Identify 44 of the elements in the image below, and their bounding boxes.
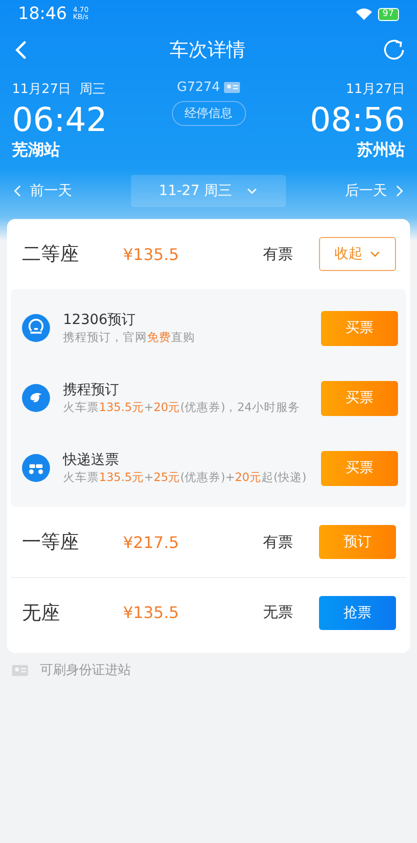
train-number: G7274	[176, 80, 220, 95]
ticket-availability: 有票	[263, 244, 293, 264]
collapse-button[interactable]: 收起	[319, 237, 396, 271]
dolphin-icon	[22, 384, 50, 412]
departure-time: 06:42	[12, 100, 108, 140]
arrival-station: 苏州站	[357, 140, 405, 161]
status-time: 18:46	[18, 4, 67, 24]
wifi-icon	[356, 8, 372, 20]
ticket-availability: 有票	[263, 532, 293, 552]
book-button[interactable]: 抢票	[319, 596, 396, 630]
previous-day-link[interactable]: 前一天	[12, 182, 72, 200]
stops-info-button[interactable]: 经停信息	[172, 101, 246, 126]
seat-class: 一等座	[22, 530, 80, 555]
option-description: 火车票135.5元+20元(优惠券)，24小时服务	[63, 400, 301, 415]
id-card-icon	[12, 664, 28, 676]
departure-date: 11月27日 周三	[12, 81, 106, 98]
seat-price: ¥217.5	[123, 532, 180, 552]
seat-price: ¥135.5	[123, 244, 180, 264]
buy-button[interactable]: 买票	[321, 450, 398, 486]
seat-class: 二等座	[22, 242, 80, 267]
book-button[interactable]: 预订	[319, 525, 396, 559]
date-selector[interactable]: 11-27 周三	[131, 175, 286, 207]
option-title: 12306预订	[63, 311, 137, 329]
railway-logo-icon	[22, 314, 50, 342]
arrival-date: 11月27日	[346, 81, 405, 98]
option-description: 火车票135.5元+25元(优惠券)+20元起(快递)	[63, 470, 308, 485]
refresh-icon	[383, 39, 405, 61]
refresh-button[interactable]	[383, 39, 405, 61]
id-card-icon	[224, 82, 240, 93]
buy-button[interactable]: 买票	[321, 310, 398, 346]
page-title: 车次详情	[170, 38, 246, 63]
arrival-time: 08:56	[310, 100, 405, 140]
id-card-note: 可刷身份证进站	[40, 662, 131, 679]
next-day-link[interactable]: 后一天	[345, 182, 405, 200]
option-title: 携程预订	[63, 381, 120, 399]
battery-level: 97	[378, 8, 399, 20]
scooter-icon	[22, 454, 50, 482]
option-title: 快递送票	[63, 451, 120, 469]
ticket-availability: 无票	[263, 603, 293, 622]
option-description: 携程预订，官网免费直购	[63, 330, 196, 345]
departure-station: 芜湖站	[12, 140, 60, 161]
buy-button[interactable]: 买票	[321, 380, 398, 416]
seat-class: 无座	[22, 600, 61, 626]
seat-price: ¥135.5	[123, 603, 180, 622]
